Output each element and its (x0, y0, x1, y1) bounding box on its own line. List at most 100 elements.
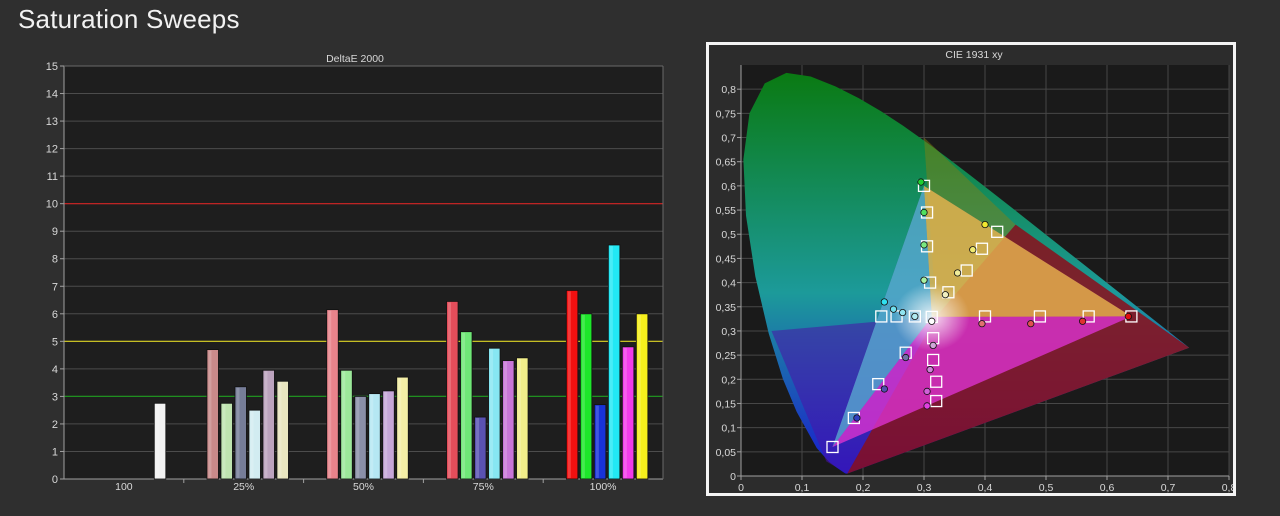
bar-highlight (278, 382, 282, 478)
measured-point (911, 312, 919, 321)
measured-point (920, 241, 928, 249)
bar-highlight (208, 350, 212, 478)
cie-x-tick-label: 0,6 (1100, 482, 1115, 493)
y-tick-label: 9 (52, 226, 58, 238)
cie-y-tick-label: 0,75 (716, 108, 737, 120)
y-tick-label: 14 (46, 89, 58, 101)
bar-highlight (250, 411, 254, 478)
cie-y-tick-label: 0,6 (721, 181, 736, 193)
bar-highlight (581, 314, 585, 478)
measured-point (926, 366, 934, 374)
cie-y-tick-label: 0,15 (716, 398, 737, 410)
cie-y-tick-label: 0,7 (721, 133, 736, 145)
measured-point (1124, 312, 1132, 321)
bar-highlight (264, 371, 268, 478)
y-tick-label: 7 (52, 281, 58, 293)
bar-highlight (328, 310, 332, 478)
bar-highlight (462, 332, 466, 478)
cie-y-tick-label: 0,25 (716, 350, 737, 362)
bar-highlight (222, 404, 226, 478)
cie-chart-title: CIE 1931 xy (945, 49, 1003, 61)
x-tick-label: 100 (115, 481, 133, 493)
bar-highlight (370, 394, 374, 478)
measured-point (880, 385, 888, 393)
deltae-bar-chart: DeltaE 2000 0123456789101112131415100 25%… (46, 53, 664, 493)
bar-highlight (567, 291, 571, 478)
cie-chart-panel: CIE 1931 xy 0 0,1 0,2 0,3 0,4 0,5 0,6 0,7 0,8 0 0,… (706, 42, 1236, 496)
y-tick-label: 2 (52, 419, 58, 431)
measured-point (978, 320, 986, 328)
cie-y-tick-label: 0 (730, 471, 736, 483)
measured-point (928, 317, 936, 325)
y-tick-label: 1 (52, 446, 58, 458)
bar-chart-title: DeltaE 2000 (326, 53, 384, 65)
y-tick-label: 4 (52, 364, 58, 376)
cie-xy-chart: CIE 1931 xy 0 0,1 0,2 0,3 0,4 0,5 0,6 0,7 0,8 0 0,… (716, 49, 1233, 493)
y-tick-label: 6 (52, 309, 58, 321)
cie-x-tick-label: 0,8 (1222, 482, 1233, 493)
measured-point (1027, 320, 1035, 328)
bar-highlight (448, 302, 452, 478)
cie-y-tick-label: 0,3 (721, 326, 736, 338)
measured-point (920, 208, 928, 217)
measured-point (929, 341, 937, 350)
measured-point (923, 387, 931, 395)
white-point-glow (893, 282, 970, 351)
bar-highlight (595, 405, 599, 478)
y-tick-label: 5 (52, 336, 58, 348)
bar-highlight (356, 397, 360, 478)
bar-highlight (342, 371, 346, 478)
bar-highlight (637, 314, 641, 478)
y-tick-label: 0 (52, 474, 58, 486)
cie-y-tick-label: 0,05 (716, 447, 737, 459)
bar-highlight (504, 361, 508, 478)
measured-point (917, 178, 925, 186)
cie-y-tick-label: 0,1 (721, 423, 736, 435)
cie-x-tick-label: 0,1 (795, 482, 810, 493)
cie-x-tick-label: 0,5 (1039, 482, 1054, 493)
y-tick-label: 10 (46, 199, 58, 211)
measured-point (920, 276, 928, 284)
cie-y-tick-label: 0,2 (721, 374, 736, 386)
measured-point (889, 305, 898, 313)
cie-x-tick-label: 0 (738, 482, 744, 493)
measured-point (981, 220, 989, 229)
measured-point (969, 246, 977, 254)
y-tick-label: 13 (46, 116, 58, 128)
cie-x-tick-label: 0,2 (856, 482, 871, 493)
bar-highlight (518, 358, 522, 478)
x-tick-label: 100% (590, 481, 617, 493)
bar-highlight (398, 378, 402, 478)
bar-highlight (623, 347, 627, 478)
measured-point (923, 402, 931, 410)
measured-point (899, 308, 907, 317)
measured-point (880, 298, 888, 306)
y-tick-label: 15 (46, 61, 58, 73)
measured-point (853, 414, 861, 422)
cie-x-tick-label: 0,3 (917, 482, 932, 493)
cie-y-tick-label: 0,45 (716, 253, 737, 265)
measured-point (941, 291, 949, 299)
y-tick-label: 3 (52, 391, 58, 403)
y-tick-label: 8 (52, 254, 58, 266)
cie-x-tick-label: 0,7 (1161, 482, 1176, 493)
x-tick-label: 75% (473, 481, 494, 493)
cie-x-tick-label: 0,4 (978, 482, 993, 493)
bar-highlight (476, 418, 480, 478)
cie-y-tick-label: 0,8 (721, 84, 736, 96)
bar-highlight (609, 245, 613, 478)
measured-point (1078, 317, 1087, 325)
x-tick-label: 25% (233, 481, 254, 493)
cie-y-tick-label: 0,55 (716, 205, 737, 217)
cie-y-tick-label: 0,4 (721, 278, 736, 290)
bar-highlight (490, 349, 494, 478)
y-tick-label: 12 (46, 144, 58, 156)
bar-highlight (384, 391, 388, 478)
x-tick-label: 50% (353, 481, 374, 493)
bar-highlight (236, 387, 240, 478)
cie-y-tick-label: 0,65 (716, 157, 737, 169)
measured-point (953, 269, 962, 277)
bar-highlight (155, 404, 159, 478)
measured-point (902, 353, 910, 362)
cie-y-tick-label: 0,5 (721, 229, 736, 241)
